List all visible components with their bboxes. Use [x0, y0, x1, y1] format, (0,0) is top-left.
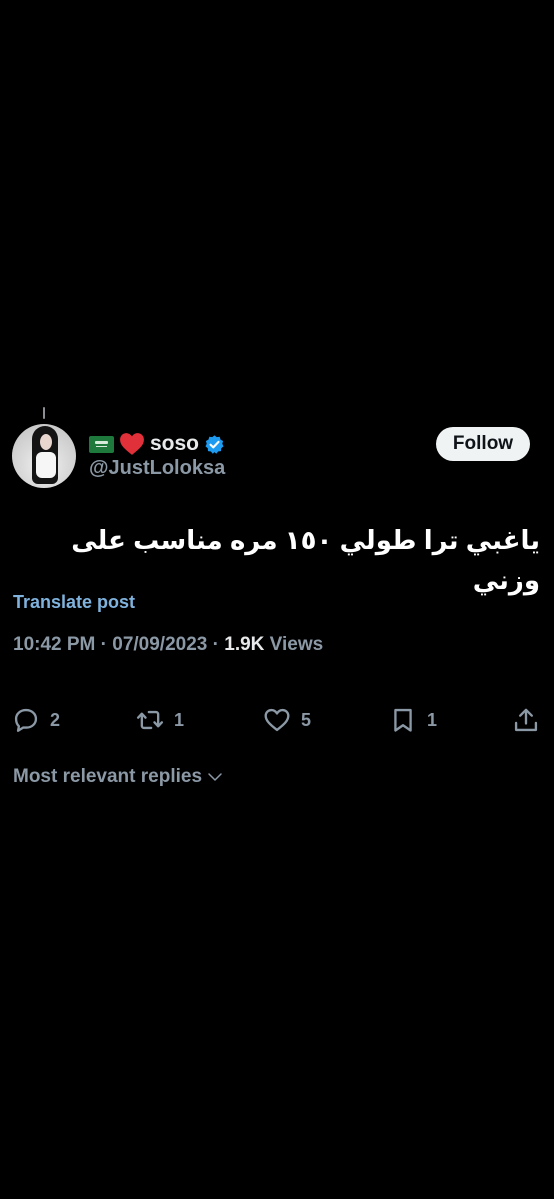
share-icon	[514, 708, 538, 732]
heart-outline-icon	[264, 708, 290, 732]
author-name-row[interactable]: soso	[89, 430, 225, 458]
replies-sort-dropdown[interactable]: Most relevant replies	[13, 766, 224, 788]
follow-button[interactable]: Follow	[436, 427, 530, 461]
bookmark-button[interactable]: 1	[389, 706, 437, 734]
reply-button[interactable]: 2	[12, 706, 60, 734]
tweet-text: ياغبي ترا طولي ١٥٠ مره مناسب على وزني	[71, 525, 540, 595]
like-button[interactable]: 5	[263, 706, 311, 734]
views-count: 1.9K	[224, 634, 265, 655]
meta-separator: ·	[212, 634, 219, 655]
meta-separator: ·	[100, 634, 107, 655]
tweet-actions: 2 1 5 1	[0, 700, 554, 740]
repost-icon	[136, 710, 164, 730]
author-handle[interactable]: @JustLoloksa	[89, 457, 225, 480]
verified-badge-icon	[205, 434, 224, 454]
tweet-meta: 10:42 PM · 07/09/2023 · 1.9K Views	[13, 634, 323, 656]
translate-post-link[interactable]: Translate post	[13, 592, 135, 613]
author-display-name[interactable]: soso	[150, 432, 199, 456]
repost-count: 1	[174, 709, 185, 730]
like-count: 5	[301, 709, 312, 730]
thread-line	[43, 407, 45, 419]
replies-sort-label: Most relevant replies	[13, 766, 203, 787]
share-button[interactable]	[512, 706, 540, 734]
avatar[interactable]	[12, 424, 76, 488]
bookmark-count: 1	[427, 709, 438, 730]
tweet-date[interactable]: 07/09/2023	[112, 634, 207, 655]
avatar-shirt	[36, 452, 56, 478]
repost-button[interactable]: 1	[136, 706, 184, 734]
bookmark-icon	[394, 708, 412, 732]
red-heart-icon	[120, 433, 144, 455]
saudi-flag-icon	[89, 435, 114, 453]
reply-count: 2	[50, 709, 61, 730]
reply-icon	[14, 708, 38, 732]
avatar-face	[40, 434, 52, 450]
chevron-down-icon	[208, 773, 222, 781]
tweet-time[interactable]: 10:42 PM	[13, 634, 95, 655]
views-label: Views	[269, 634, 324, 655]
